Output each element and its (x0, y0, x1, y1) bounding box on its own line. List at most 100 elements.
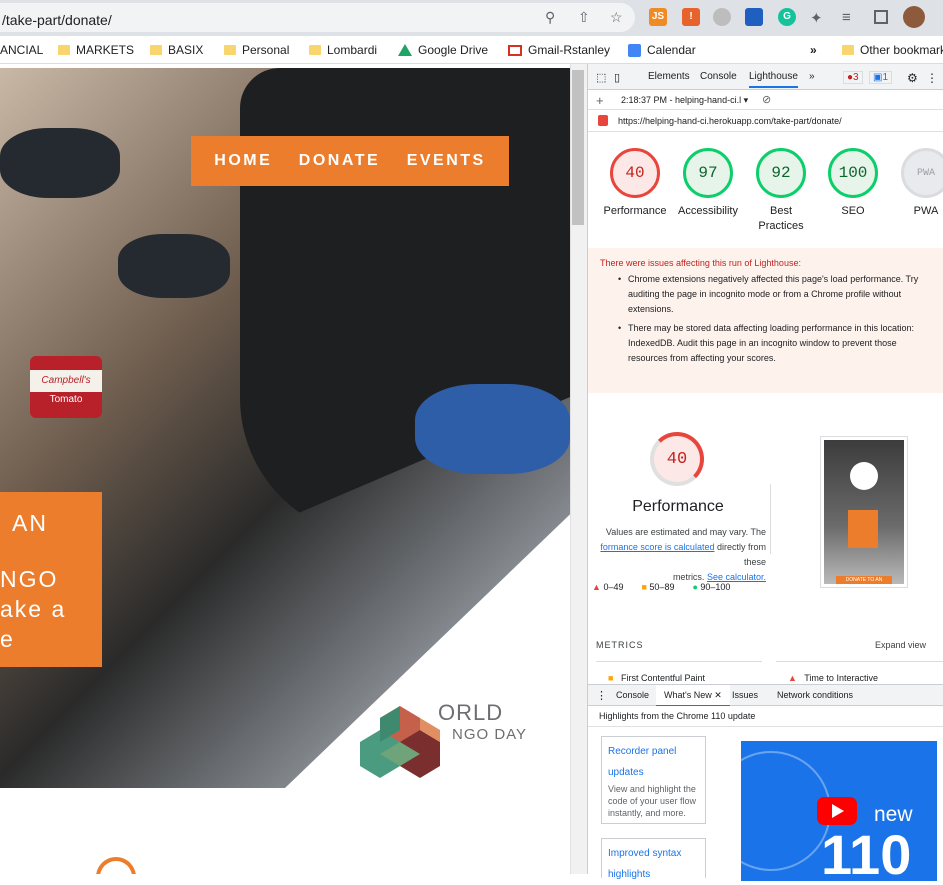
more-bookmarks-button[interactable]: » (810, 41, 817, 59)
see-calculator-link[interactable]: See calculator. (707, 572, 766, 582)
hero-text-line: AN (12, 510, 48, 536)
gauge-label: Performance (603, 205, 667, 217)
folder-icon (58, 45, 70, 55)
gauge-label: SEO (841, 205, 865, 217)
settings-icon[interactable]: ⚙ (907, 71, 918, 85)
video-version-text: 110 (821, 823, 912, 882)
card-link[interactable]: Recorder panel updates (608, 741, 699, 783)
playlist-icon[interactable]: ≡ (842, 9, 851, 26)
more-tabs-button[interactable]: » (809, 71, 815, 82)
nav-home[interactable]: HOME (214, 152, 272, 170)
puzzle-icon[interactable]: ✦ (810, 9, 823, 27)
gauge-value: 40 (610, 148, 660, 198)
bookmark-financial[interactable]: ANCIAL (0, 41, 43, 59)
report-selector[interactable]: 2:18:37 PM - helping-hand-ci.l ▾ (621, 95, 748, 106)
tab-lighthouse[interactable]: Lighthouse (749, 71, 798, 88)
youtube-play-icon[interactable] (817, 797, 857, 825)
drawer-tab-whats-new[interactable]: What's New ✕ (656, 685, 730, 707)
error-badge[interactable]: ●3 (843, 71, 863, 84)
divider (596, 661, 762, 662)
can-label-2: Tomato (49, 394, 83, 405)
sidepanel-icon[interactable] (874, 10, 888, 24)
bookmark-basix[interactable]: BASIX (150, 41, 203, 59)
glove-shape (118, 234, 230, 298)
drawer-menu-icon[interactable]: ⋮ (596, 689, 607, 702)
nav-events[interactable]: EVENTS (407, 152, 486, 170)
score-calculated-link[interactable]: formance score is calculated (600, 542, 714, 552)
chart-extension-icon[interactable] (745, 8, 763, 26)
bookmark-calendar[interactable]: Calendar (628, 41, 696, 59)
share-icon[interactable]: ⇧ (578, 9, 590, 26)
browser-toolbar: /take-part/donate/ ⚲ ⇧ ☆ JS ! G ✦ ≡ (0, 0, 943, 36)
triangle-icon: ▲ (592, 582, 601, 592)
gauge-label: Best Practices (758, 205, 804, 232)
feature-card[interactable]: Improved syntax highlights (601, 838, 706, 880)
omnibox[interactable]: /take-part/donate/ (0, 3, 635, 32)
star-icon[interactable]: ☆ (610, 9, 623, 26)
nav-donate[interactable]: DONATE (299, 152, 380, 170)
search-icon[interactable]: ⚲ (545, 9, 555, 26)
gauge-label: Accessibility (678, 205, 738, 217)
bookmark-gmail[interactable]: Gmail-Rstanley (508, 41, 610, 59)
report-url[interactable]: https://helping-hand-ci.herokuapp.com/ta… (618, 116, 842, 126)
device-toolbar-icon[interactable]: ▯ (614, 71, 620, 84)
folder-icon (309, 45, 321, 55)
bookmark-google-drive[interactable]: Google Drive (398, 41, 488, 59)
score-gauge-performance[interactable]: 40 Performance (600, 148, 670, 219)
tab-elements[interactable]: Elements (648, 71, 690, 82)
blue-glove-shape (415, 384, 570, 474)
grammarly-icon[interactable]: G (778, 8, 796, 26)
alert-extension-icon[interactable]: ! (682, 8, 700, 26)
score-gauge-best-practices[interactable]: 92 Best Practices (746, 148, 816, 234)
thumb-nav (848, 510, 878, 548)
inspect-icon[interactable]: ⬚ (596, 71, 606, 84)
gauge-value: 97 (683, 148, 733, 198)
score-gauge-seo[interactable]: 100 SEO (818, 148, 888, 219)
web-page: Campbell's Tomato HOME DONATE EVENTS AN … (0, 64, 570, 874)
whats-new-title: Highlights from the Chrome 110 update (599, 711, 756, 721)
square-icon: ■ (641, 582, 647, 592)
triangle-icon: ▲ (788, 673, 797, 683)
url-text[interactable]: /take-part/donate/ (2, 12, 112, 28)
bookmark-personal[interactable]: Personal (224, 41, 289, 59)
screenshot-image: DONATE TO AN (824, 440, 904, 584)
folder-icon (842, 45, 854, 55)
extension-icon[interactable] (713, 8, 731, 26)
scrollbar-thumb[interactable] (572, 70, 584, 225)
warning-item: Chrome extensions negatively affected th… (618, 272, 932, 317)
score-gauge-pwa[interactable]: PWA PWA (891, 148, 943, 219)
score-gauge-accessibility[interactable]: 97 Accessibility (673, 148, 743, 219)
logo-text: ORLD (438, 700, 504, 725)
avatar[interactable] (903, 6, 925, 28)
divider (770, 484, 771, 554)
feature-card[interactable]: Recorder panel updates View and highligh… (601, 736, 706, 824)
hero-text-line: e (0, 626, 15, 652)
message-badge[interactable]: ▣1 (869, 71, 893, 84)
expand-view-toggle[interactable]: Expand view (875, 640, 926, 650)
performance-note: Values are estimated and may vary. The f… (588, 525, 766, 585)
add-icon[interactable]: + (596, 93, 604, 108)
devtools-panel: ⬚ ▯ Elements Console Lighthouse » ●3 ▣1 … (587, 64, 943, 881)
tab-console[interactable]: Console (700, 71, 737, 82)
page-screenshot-thumbnail[interactable]: DONATE TO AN (820, 436, 908, 588)
clear-icon[interactable]: ⊘ (762, 93, 771, 106)
folder-icon (224, 45, 236, 55)
close-icon[interactable]: ✕ (714, 690, 722, 700)
score-legend: ▲ 0–49 ■ 50–89 ● 90–100 (592, 582, 730, 592)
bookmark-markets[interactable]: MARKETS (58, 41, 134, 59)
release-video-thumbnail[interactable]: new 110 (741, 741, 937, 881)
play-triangle-icon (832, 804, 844, 818)
hero-text-box: AN NGO ake a e (0, 492, 102, 667)
drawer-tab-issues[interactable]: Issues (732, 690, 758, 700)
heart-icon (96, 857, 136, 874)
menu-icon[interactable]: ⋮ (926, 71, 938, 85)
drawer-tab-console[interactable]: Console (616, 690, 649, 700)
js-extension-icon[interactable]: JS (649, 8, 667, 26)
bookmark-other[interactable]: Other bookmarks (842, 41, 943, 59)
drawer-tab-network-conditions[interactable]: Network conditions (777, 690, 853, 700)
bookmark-lombardi[interactable]: Lombardi (309, 41, 377, 59)
metric-fcp: ■ First Contentful Paint (608, 673, 705, 683)
card-link[interactable]: Improved syntax highlights (608, 843, 699, 885)
divider (776, 661, 943, 662)
devtools-tabbar: ⬚ ▯ Elements Console Lighthouse » ●3 ▣1 … (588, 64, 943, 90)
